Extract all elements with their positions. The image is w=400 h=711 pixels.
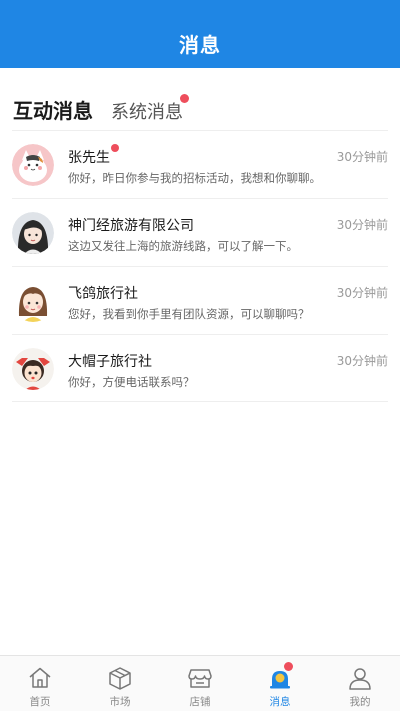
store-icon [188, 669, 212, 688]
message-time: 30分钟前 [336, 286, 388, 300]
message-list: 张先生 你好，昨日你参与我的招标活动，我想和你聊聊。 30分钟前 神门经旅游有限… [12, 130, 388, 402]
user-icon [349, 668, 371, 690]
nav-home[interactable]: 首页 [0, 656, 80, 711]
nav-market[interactable]: 市场 [80, 656, 160, 711]
contact-name: 飞鸽旅行社 [68, 286, 138, 302]
tab-interactive-messages[interactable]: 互动消息 [13, 95, 93, 124]
contact-name: 大帽子旅行社 [68, 354, 152, 370]
list-item[interactable]: 飞鸽旅行社 您好，我看到你手里有团队资源，可以聊聊吗？ 30分钟前 [12, 266, 388, 334]
nav-shop[interactable]: 店铺 [160, 656, 240, 711]
contact-name: 张先生 [68, 144, 119, 167]
message-preview: 您好，我看到你手里有团队资源，可以聊聊吗？ [68, 307, 310, 321]
nav-shop-label: 店铺 [189, 696, 211, 708]
contact-name-text: 张先生 [68, 150, 110, 166]
nav-messages-label: 消息 [269, 696, 291, 708]
girl-dark-hair-avatar [12, 212, 54, 254]
girl-red-bows-avatar [12, 348, 54, 390]
message-time: 30分钟前 [336, 218, 388, 232]
nav-messages[interactable]: 消息 [240, 656, 320, 711]
home-icon [29, 667, 51, 688]
top-bar: 消息 [0, 0, 400, 68]
message-time: 30分钟前 [336, 150, 388, 164]
message-preview: 你好，昨日你参与我的招标活动，我想和你聊聊。 [68, 171, 321, 185]
box-icon [109, 667, 131, 690]
nav-home-label: 首页 [29, 696, 51, 708]
bottom-nav: 首页 市场 店铺 消息 我的 [0, 655, 400, 711]
list-item[interactable]: 神门经旅游有限公司 这边又发往上海的旅游线路，可以了解一下。 30分钟前 [12, 198, 388, 266]
nav-mine[interactable]: 我的 [320, 656, 400, 711]
message-time: 30分钟前 [336, 354, 388, 368]
page-title: 消息 [179, 32, 221, 57]
tab-system-messages[interactable]: 系统消息 [111, 94, 189, 124]
list-item[interactable]: 张先生 你好，昨日你参与我的招标活动，我想和你聊聊。 30分钟前 [12, 130, 388, 198]
nav-market-label: 市场 [109, 696, 131, 708]
contact-name: 神门经旅游有限公司 [68, 218, 194, 234]
unread-dot [180, 94, 189, 103]
message-tabs: 互动消息 系统消息 [13, 92, 189, 124]
list-item[interactable]: 大帽子旅行社 你好，方便电话联系吗？ 30分钟前 [12, 334, 388, 402]
cat-avatar [12, 144, 54, 186]
girl-yellow-shirt-avatar [12, 280, 54, 322]
message-preview: 你好，方便电话联系吗？ [68, 375, 195, 389]
unread-dot [284, 662, 293, 671]
unread-dot [111, 144, 119, 152]
message-preview: 这边又发往上海的旅游线路，可以了解一下。 [68, 239, 298, 253]
tab-system-messages-label: 系统消息 [111, 102, 183, 123]
nav-mine-label: 我的 [349, 696, 371, 708]
